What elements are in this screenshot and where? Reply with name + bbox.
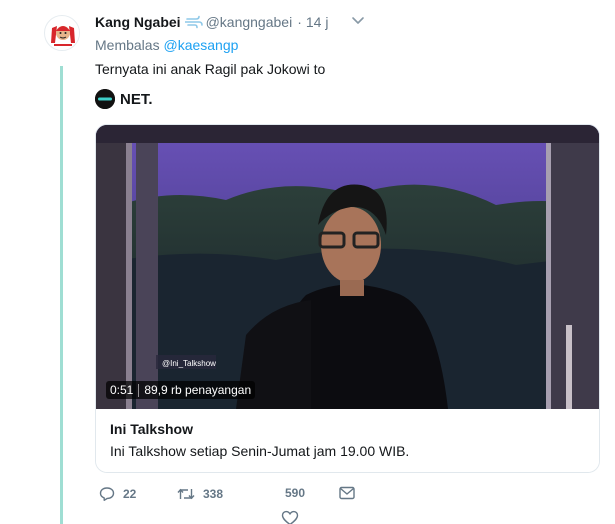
display-name[interactable]: Kang Ngabei — [95, 14, 181, 30]
reply-button[interactable]: 22 — [99, 486, 136, 502]
avatar[interactable] — [44, 15, 80, 51]
tweet-actions: 22 338 590 — [95, 486, 365, 506]
card-description: Ini Talkshow setiap Senin-Jumat jam 19.0… — [110, 443, 410, 459]
timestamp[interactable]: 14 j — [306, 14, 329, 30]
tweet-text: Ternyata ini anak Ragil pak Jokowi to — [95, 61, 326, 77]
chevron-down-icon[interactable] — [351, 16, 365, 26]
media-source[interactable]: NET. — [95, 89, 153, 109]
card-info[interactable]: Ini Talkshow Ini Talkshow setiap Senin-J… — [96, 409, 599, 472]
video-frame: @Ini_Talkshow — [96, 125, 599, 409]
envelope-icon — [339, 486, 355, 500]
video-meta-divider — [138, 383, 140, 397]
reply-count: 22 — [123, 487, 137, 501]
dm-button[interactable] — [339, 486, 355, 500]
video-player[interactable]: @Ini_Talkshow 0:51 89,9 rb penayangan — [96, 125, 599, 409]
reply-prefix: Membalas — [95, 37, 160, 53]
retweet-count: 338 — [203, 487, 224, 501]
retweet-button[interactable]: 338 — [177, 486, 223, 502]
thread-connector-line — [60, 66, 63, 524]
video-duration: 0:51 — [110, 383, 134, 397]
replying-to: Membalas @kaesangp — [95, 37, 238, 53]
dash-emoji-icon — [184, 15, 203, 29]
reply-icon — [99, 487, 115, 501]
like-button[interactable]: 590 — [285, 486, 305, 500]
video-card[interactable]: @Ini_Talkshow 0:51 89,9 rb penayangan In… — [95, 124, 600, 473]
reply-to-link[interactable]: @kaesangp — [163, 37, 238, 53]
media-source-label: NET. — [120, 90, 153, 108]
like-count: 590 — [285, 486, 306, 500]
tweet-header: Kang Ngabei @kangngabei · 14 j — [95, 12, 328, 32]
video-views: 89,9 rb penayangan — [144, 383, 252, 397]
retweet-icon — [177, 488, 195, 500]
heart-icon[interactable] — [281, 510, 299, 524]
net-logo-icon — [95, 89, 115, 109]
video-watermark: @Ini_Talkshow — [162, 359, 216, 368]
card-title: Ini Talkshow — [110, 421, 193, 437]
separator-dot: · — [297, 14, 302, 30]
avatar-logo-icon — [46, 17, 79, 50]
video-meta: 0:51 89,9 rb penayangan — [106, 381, 256, 399]
username[interactable]: @kangngabei — [206, 14, 293, 30]
